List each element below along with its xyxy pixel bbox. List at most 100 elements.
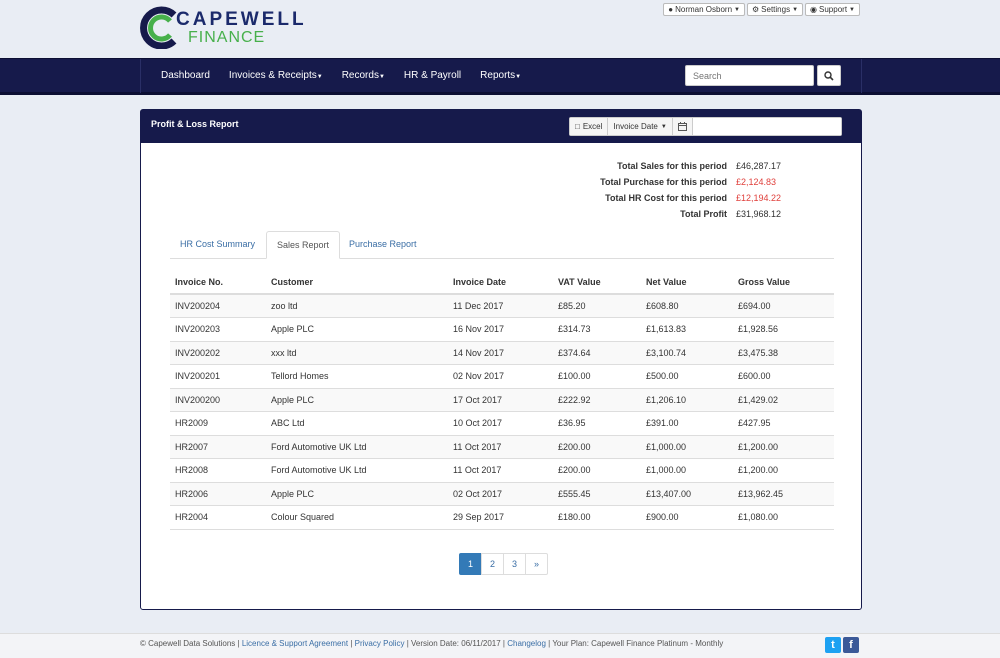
total-hr-cost-label: Total HR Cost for this period: [605, 193, 727, 203]
table-cell: HR2006: [170, 481, 266, 506]
table-cell: HR2009: [170, 411, 266, 435]
date-range-input[interactable]: [692, 118, 841, 135]
table-cell: £13,962.45: [733, 481, 834, 506]
table-row[interactable]: INV200204 zoo ltd 11 Dec 2017 £85.20 £608.80…: [170, 293, 834, 318]
table-cell: £200.00: [553, 434, 641, 459]
column-header[interactable]: Customer: [266, 270, 448, 295]
user-dropdown-button[interactable]: ● Norman Osborn ▼: [663, 3, 745, 16]
table-cell: HR2008: [170, 458, 266, 482]
changelog-link[interactable]: Changelog: [507, 639, 546, 648]
privacy-policy-link[interactable]: Privacy Policy: [355, 639, 405, 648]
table-cell: zoo ltd: [266, 293, 448, 318]
page-1-button[interactable]: 1: [459, 553, 483, 575]
sales-report-table: Invoice No. Customer Invoice Date VAT Value…: [170, 270, 834, 530]
panel-header: Profit & Loss Report □ Excel Invoice Dat…: [141, 110, 861, 143]
table-row[interactable]: HR2004 Colour Squared 29 Sep 2017 £180.00 £9…: [170, 505, 834, 530]
nav-records[interactable]: Records▼: [342, 70, 385, 81]
table-cell: £200.00: [553, 458, 641, 482]
table-cell: £3,475.38: [733, 340, 834, 365]
page-2-button[interactable]: 2: [481, 553, 505, 575]
table-cell: £427.95: [733, 411, 834, 435]
tab-hr-cost-summary[interactable]: HR Cost Summary: [170, 231, 265, 259]
excel-export-button[interactable]: □ Excel: [570, 118, 609, 135]
table-row[interactable]: HR2006 Apple PLC 02 Oct 2017 £555.45 £13,407…: [170, 481, 834, 506]
table-cell: £694.00: [733, 293, 834, 318]
table-cell: 17 Oct 2017: [448, 387, 553, 412]
nav-records-label: Records: [341, 70, 379, 81]
column-header[interactable]: Net Value: [641, 270, 733, 295]
licence-link[interactable]: Licence & Support Agreement: [242, 639, 348, 648]
tab-purchase-report[interactable]: Purchase Report: [339, 231, 427, 259]
table-cell: £1,429.02: [733, 387, 834, 412]
main-navbar: Dashboard Invoices & Receipts▼ Records▼ …: [0, 58, 1000, 95]
table-cell: INV200203: [170, 317, 266, 341]
report-tabs: HR Cost Summary Sales Report Purchase Re…: [170, 231, 834, 259]
twitter-icon[interactable]: t: [825, 637, 841, 653]
settings-dropdown-button[interactable]: ⚙ Settings ▼: [747, 3, 804, 16]
table-cell: Ford Automotive UK Ltd: [266, 434, 448, 459]
table-cell: £3,100.74: [641, 340, 733, 365]
table-row[interactable]: HR2009 ABC Ltd 10 Oct 2017 £36.95 £391.00 £42…: [170, 411, 834, 435]
next-page-button[interactable]: »: [525, 553, 549, 575]
table-row[interactable]: INV200200 Apple PLC 17 Oct 2017 £222.92 £1,2…: [170, 387, 834, 412]
footer-text: © Capewell Data Solutions | Licence & Su…: [140, 639, 723, 648]
table-cell: £1,206.10: [641, 387, 733, 412]
lifebuoy-icon: ◉: [810, 5, 818, 14]
calendar-button[interactable]: [672, 118, 693, 135]
user-name: Norman Osborn: [675, 5, 733, 14]
nav-invoices-receipts[interactable]: Invoices & Receipts▼: [229, 70, 323, 81]
table-cell: 11 Oct 2017: [448, 434, 553, 459]
table-cell: INV200204: [170, 293, 266, 318]
search-button[interactable]: [817, 65, 841, 86]
total-hr-cost-row: Total HR Cost for this period £12,194.22: [600, 190, 786, 206]
table-row[interactable]: INV200202 xxx ltd 14 Nov 2017 £374.64 £3,100…: [170, 340, 834, 365]
page-3-button[interactable]: 3: [503, 553, 527, 575]
profit-loss-panel: Profit & Loss Report □ Excel Invoice Dat…: [140, 109, 862, 610]
column-header[interactable]: VAT Value: [553, 270, 641, 295]
caret-down-icon: ▼: [734, 6, 740, 13]
logo-swirl-icon: [140, 6, 177, 49]
total-profit-row: Total Profit £31,968.12: [600, 206, 786, 222]
total-profit-value: £31,968.12: [736, 209, 782, 219]
capewell-logo[interactable]: CAPEWELL FINANCE: [140, 5, 304, 51]
footer: © Capewell Data Solutions | Licence & Su…: [0, 633, 1000, 658]
table-cell: £608.80: [641, 293, 733, 318]
column-header[interactable]: Invoice Date: [448, 270, 553, 295]
nav-dashboard[interactable]: Dashboard: [161, 70, 210, 81]
table-cell: £1,000.00: [641, 458, 733, 482]
support-dropdown-button[interactable]: ◉ Support ▼: [805, 3, 860, 16]
table-cell: £314.73: [553, 317, 641, 341]
table-cell: Apple PLC: [266, 481, 448, 506]
table-cell: £1,928.56: [733, 317, 834, 341]
table-cell: INV200201: [170, 364, 266, 388]
table-header-row: Invoice No. Customer Invoice Date VAT Value…: [170, 270, 834, 295]
table-cell: £100.00: [553, 364, 641, 388]
excel-label: Excel: [582, 122, 603, 131]
top-bar: CAPEWELL FINANCE ● Norman Osborn ▼ ⚙ Set…: [0, 0, 1000, 58]
footer-version: | Version Date: 06/11/2017 |: [406, 639, 505, 648]
table-row[interactable]: HR2007 Ford Automotive UK Ltd 11 Oct 2017 £…: [170, 434, 834, 459]
table-row[interactable]: INV200201 Tellord Homes 02 Nov 2017 £100.00…: [170, 364, 834, 388]
caret-down-icon: ▼: [515, 74, 522, 80]
caret-down-icon: ▼: [660, 123, 667, 130]
support-label: Support: [819, 5, 848, 14]
nav-hr-payroll[interactable]: HR & Payroll: [404, 70, 461, 81]
table-row[interactable]: HR2008 Ford Automotive UK Ltd 11 Oct 2017 £…: [170, 458, 834, 482]
search-input[interactable]: [685, 65, 814, 86]
table-cell: £1,613.83: [641, 317, 733, 341]
column-header[interactable]: Invoice No.: [170, 270, 266, 295]
table-row[interactable]: INV200203 Apple PLC 16 Nov 2017 £314.73 £1,6…: [170, 317, 834, 341]
panel-title: Profit & Loss Report: [151, 119, 239, 129]
report-toolbar: □ Excel Invoice Date ▼: [569, 117, 842, 136]
column-header[interactable]: Gross Value: [733, 270, 834, 295]
total-purchase-value: £2,124.83: [736, 177, 777, 187]
facebook-icon[interactable]: f: [843, 637, 859, 653]
tab-sales-report[interactable]: Sales Report: [266, 231, 341, 259]
total-profit-label: Total Profit: [680, 209, 727, 219]
total-purchase-row: Total Purchase for this period £2,124.83: [600, 174, 786, 190]
table-cell: Colour Squared: [266, 505, 448, 530]
footer-plan: | Your Plan: Capewell Finance Platinum -…: [548, 639, 724, 648]
user-menu: ● Norman Osborn ▼ ⚙ Settings ▼ ◉ Support…: [663, 3, 860, 16]
invoice-date-dropdown[interactable]: Invoice Date ▼: [608, 118, 673, 135]
nav-reports[interactable]: Reports▼: [480, 70, 521, 81]
